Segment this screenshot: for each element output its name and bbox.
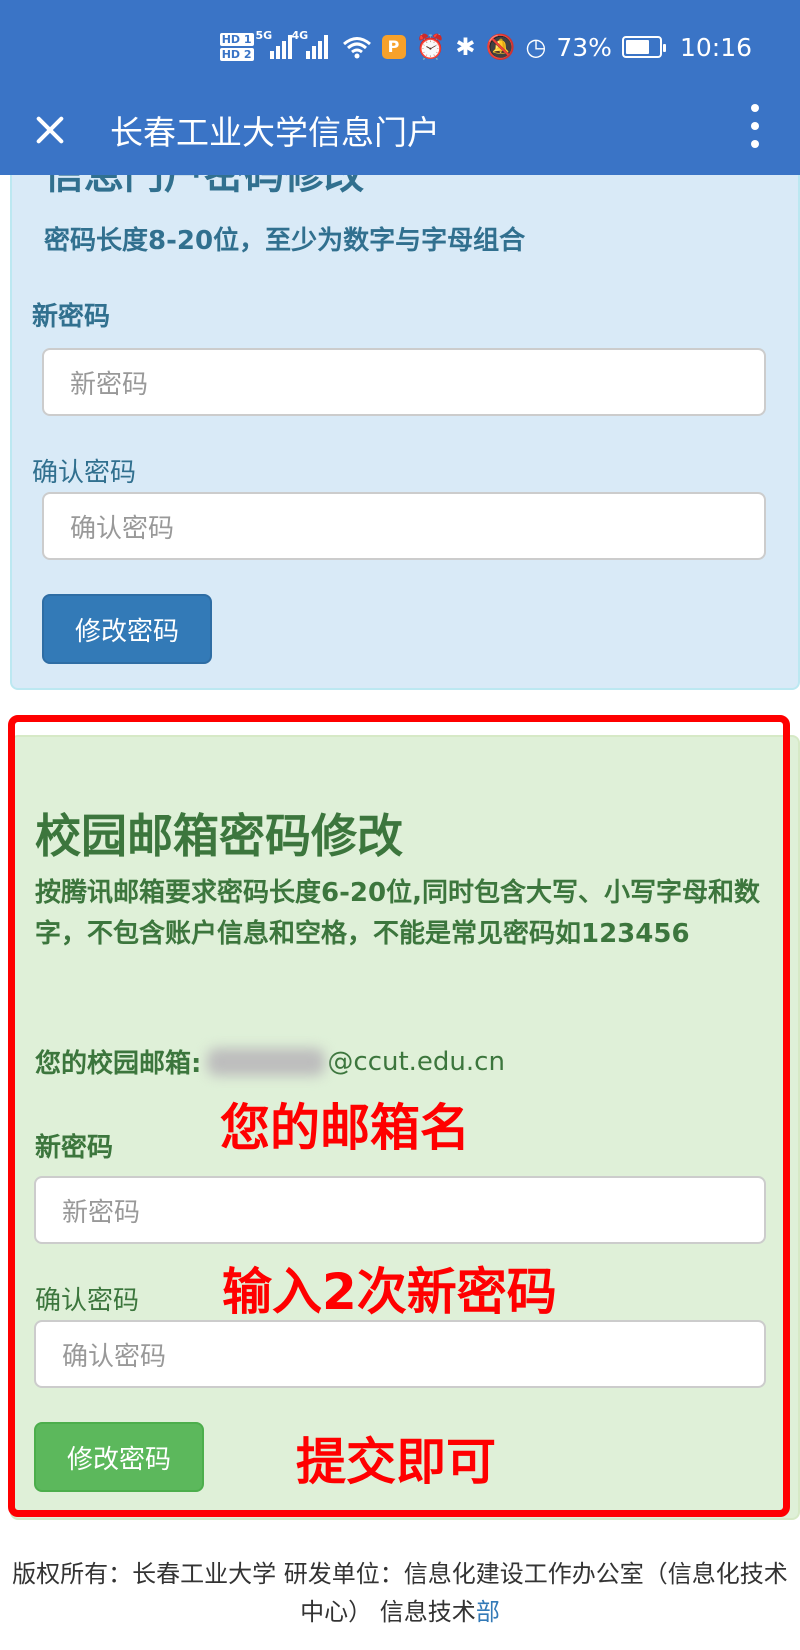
wifi-icon — [342, 37, 371, 59]
net-5g-label: 5G — [255, 29, 273, 42]
mail-confirm-password-input[interactable]: 确认密码 — [34, 1320, 766, 1388]
battery-icon — [621, 36, 666, 58]
battery-percent: 73% — [556, 32, 612, 62]
mail-panel-title: 校园邮箱密码修改 — [35, 809, 403, 863]
hd-indicator: HD 1 HD 2 — [219, 32, 254, 62]
app-title: 长春工业大学信息门户 — [110, 113, 440, 152]
close-icon[interactable] — [30, 110, 70, 150]
status-bar: HD 1 HD 2 5G 4G P ⏰ ✱ 🔕 ◷ 73% 10:16 — [219, 22, 752, 72]
mail-domain: @ccut.edu.cn — [327, 1046, 505, 1077]
mail-new-password-input[interactable]: 新密码 — [34, 1176, 766, 1244]
mail-password-note: 按腾讯邮箱要求密码长度6-20位,同时包含大写、小写字母和数字，不包含账户信息和… — [35, 878, 760, 949]
annotation-submit: 提交即可 — [296, 1433, 496, 1491]
app-bar: 长春工业大学信息门户 — [0, 90, 800, 170]
app-notification-icon: P — [381, 35, 406, 59]
mail-username-redacted — [207, 1047, 326, 1076]
mail-confirm-password-label: 确认密码 — [35, 1286, 140, 1316]
portal-confirm-password-input[interactable]: 确认密码 — [42, 492, 766, 560]
signal-5g-icon: 5G — [256, 29, 292, 59]
mail-address-row: 您的校园邮箱: @ccut.edu.cn — [35, 1043, 505, 1080]
footer-copyright: 版权所有：长春工业大学 研发单位：信息化建设工作办公室（信息化技术中心） 信息技… — [12, 1560, 788, 1626]
more-options-icon[interactable] — [750, 104, 760, 148]
battery-fill — [625, 40, 650, 54]
bluetooth-icon: ✱ — [455, 33, 476, 61]
signal-4g-icon: 4G — [292, 29, 328, 59]
net-4g-label: 4G — [291, 29, 309, 42]
clock: 10:16 — [679, 32, 752, 62]
footer: 版权所有：长春工业大学 研发单位：信息化建设工作办公室（信息化技术中心） 信息技… — [0, 1555, 800, 1631]
mail-address-label: 您的校园邮箱: — [35, 1049, 202, 1079]
portal-new-password-input[interactable]: 新密码 — [42, 348, 766, 416]
portal-password-note: 密码长度8-20位，至少为数字与字母组合 — [44, 226, 526, 256]
portal-confirm-password-label: 确认密码 — [32, 458, 137, 488]
annotation-mail-name: 您的邮箱名 — [220, 1099, 470, 1157]
hd1-badge: HD 1 — [219, 33, 254, 46]
hd2-badge: HD 2 — [219, 48, 254, 61]
mute-icon: 🔕 — [485, 33, 516, 61]
footer-link[interactable]: 部 — [476, 1598, 500, 1626]
annotation-enter-twice: 输入2次新密码 — [222, 1263, 557, 1321]
alarm-icon: ⏰ — [415, 33, 446, 61]
portal-new-password-label: 新密码 — [32, 302, 111, 332]
data-saver-icon: ◷ — [525, 33, 547, 61]
mail-change-password-button[interactable]: 修改密码 — [34, 1422, 204, 1492]
portal-change-password-button[interactable]: 修改密码 — [42, 594, 212, 664]
top-bar: HD 1 HD 2 5G 4G P ⏰ ✱ 🔕 ◷ 73% 10:16 长春工业… — [0, 0, 800, 175]
mail-new-password-label: 新密码 — [35, 1133, 114, 1163]
